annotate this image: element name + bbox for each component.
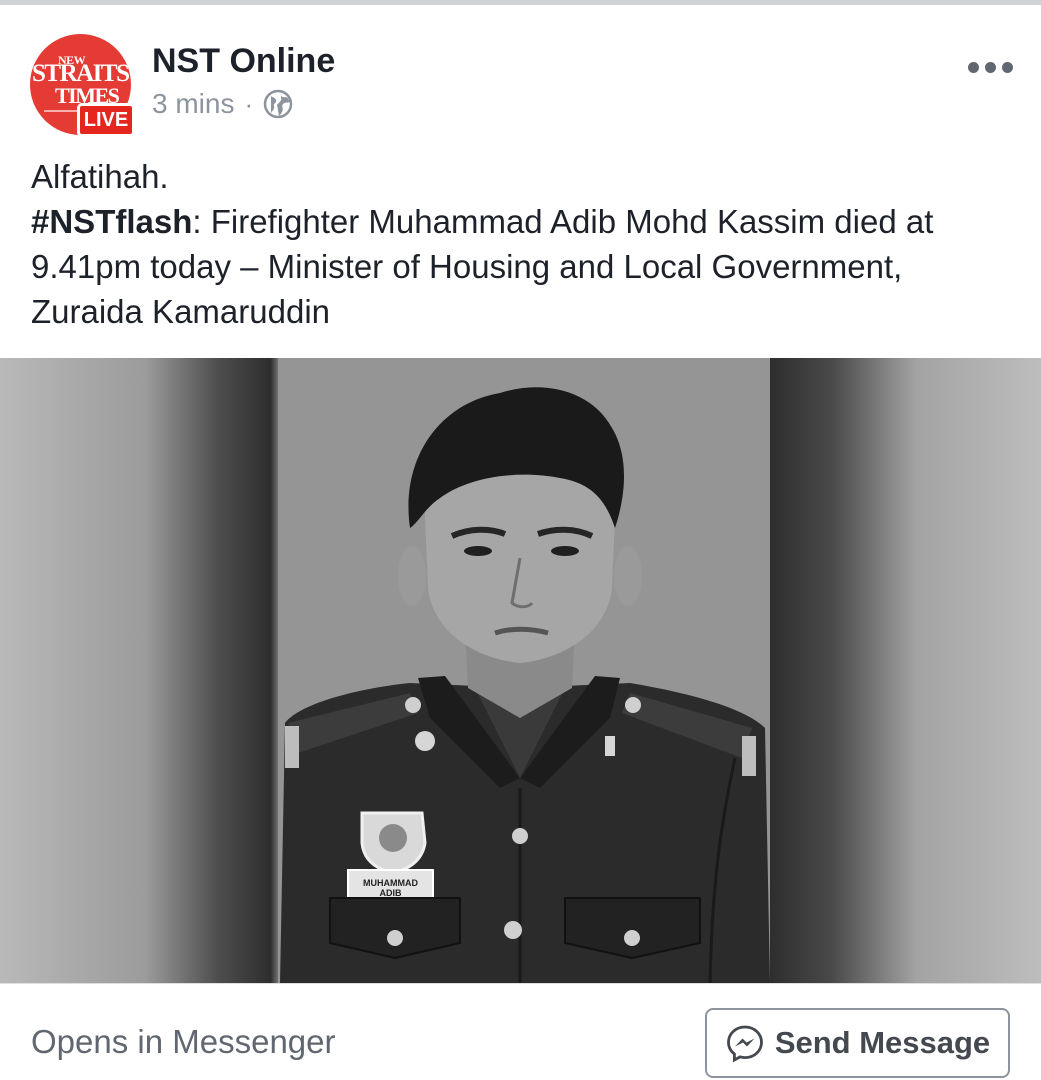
post-text-body: #NSTflash: Firefighter Muhammad Adib Moh… [31,199,1021,334]
post-timestamp[interactable]: 3 mins [152,88,234,120]
opens-in-messenger-caption: Opens in Messenger [31,1023,336,1060]
top-divider [0,0,1041,5]
more-dot [985,61,996,73]
more-dot [968,61,979,73]
more-dot [1002,61,1013,73]
post-photo[interactable]: MUHAMMAD ADIB [0,358,1041,983]
post-meta: 3 mins · [152,88,293,120]
live-badge: LIVE [77,103,135,137]
post-text-line1: Alfatihah. [31,158,169,195]
messenger-icon [726,1025,763,1063]
portrait-figure [280,387,770,983]
footer-divider [0,983,1041,984]
hashtag-link[interactable]: #NSTflash [31,203,192,240]
more-options-icon[interactable] [968,53,1013,81]
photo-name-tag: MUHAMMAD ADIB [363,878,418,898]
page-name[interactable]: NST Online [152,42,335,81]
globe-icon[interactable] [263,89,293,119]
post-text: Alfatihah. #NSTflash: Firefighter Muhamm… [31,154,1021,334]
send-message-button[interactable]: Send Message [705,1008,1010,1078]
send-message-label: Send Message [774,1025,991,1060]
meta-separator: · [244,88,254,119]
